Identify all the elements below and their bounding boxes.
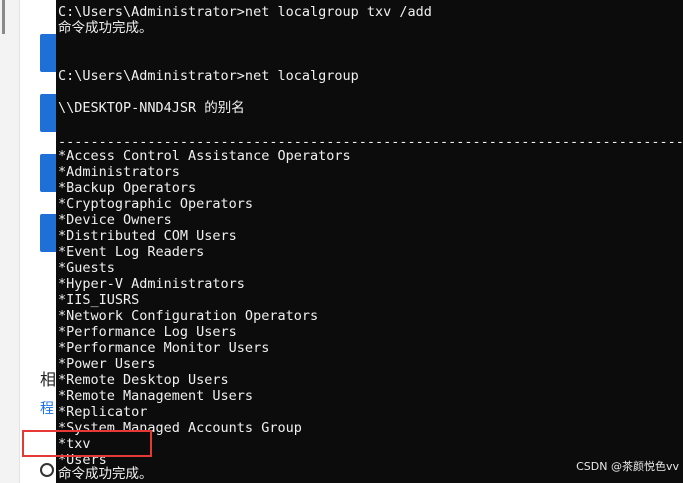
background-app-tile[interactable] [40,94,56,132]
group-list-item: *Network Configuration Operators [58,308,319,324]
background-app-tile[interactable] [40,154,56,192]
background-scrollbar-thumb[interactable] [2,0,5,34]
console-alias-header: \\DESKTOP-NND4JSR 的别名 [58,100,245,116]
console-command-line: C:\Users\Administrator>net localgroup tx… [58,4,432,20]
group-list-item: *Performance Log Users [58,324,237,340]
console-command-line: C:\Users\Administrator>net localgroup [58,68,359,84]
group-list-item: *Replicator [58,404,148,420]
background-app-tile[interactable] [40,34,56,72]
background-window: 相 程 [0,0,56,483]
background-heading: 相 [40,370,57,389]
group-list-item: *Power Users [58,356,156,372]
group-list-item: *IIS_IUSRS [58,292,140,308]
background-link[interactable]: 程 [40,398,54,418]
group-list-item: *Device Owners [58,212,172,228]
group-list-item: *Distributed COM Users [58,228,237,244]
console-success-message: 命令成功完成。 [58,466,153,482]
group-list-item: *Event Log Readers [58,244,205,260]
group-list-item: *Cryptographic Operators [58,196,254,212]
background-app-tile[interactable] [40,214,56,252]
background-search-icon [40,463,54,477]
group-list-item: *Guests [58,260,115,276]
background-window-edge [0,0,20,483]
group-list-item: *Administrators [58,164,180,180]
group-list-item: *Remote Management Users [58,388,254,404]
command-prompt-window[interactable]: C:\Users\Administrator>net localgroup tx… [56,0,683,483]
group-list-item: *Backup Operators [58,180,197,196]
console-success-message: 命令成功完成。 [58,20,153,36]
group-list-item: *Performance Monitor Users [58,340,270,356]
group-list-item: *Access Control Assistance Operators [58,148,351,164]
group-list-item: *Remote Desktop Users [58,372,229,388]
txv-highlight-box [22,430,152,457]
group-list-item: *Hyper-V Administrators [58,276,245,292]
watermark: CSDN @茶颜悦色vv [576,460,679,473]
